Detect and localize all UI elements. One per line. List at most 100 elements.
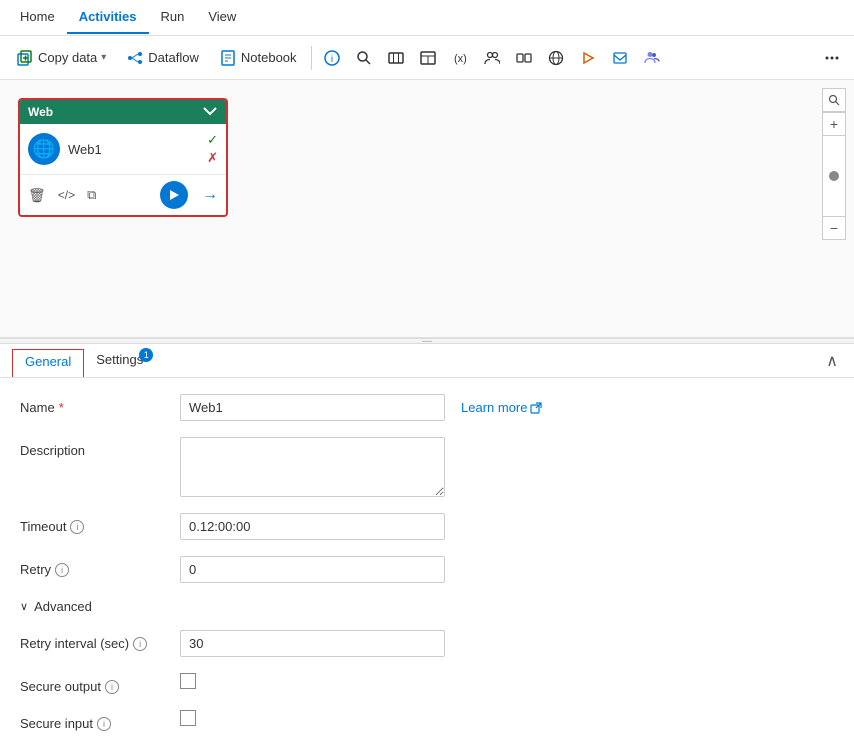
- tab-general-label: General: [25, 354, 71, 369]
- svg-text:i: i: [330, 54, 332, 65]
- delete-icon[interactable]: 🗑: [28, 187, 46, 204]
- retry-label: Retry i: [20, 556, 180, 577]
- svg-text:(x): (x): [454, 53, 467, 65]
- secure-input-info-icon[interactable]: i: [97, 717, 111, 731]
- secure-output-info-icon[interactable]: i: [105, 680, 119, 694]
- name-input[interactable]: [180, 394, 445, 421]
- timeout-label: Timeout i: [20, 513, 180, 534]
- globe-button[interactable]: [542, 46, 570, 70]
- timeout-control-area: [180, 513, 834, 540]
- retry-interval-info-icon[interactable]: i: [133, 637, 147, 651]
- canvas-area: Web 🌐 Web1 ✓ ✗ 🗑 </> ⧉ → +: [0, 80, 854, 338]
- secure-input-label: Secure input i: [20, 710, 180, 731]
- activity-node-body: 🌐 Web1 ✓ ✗: [20, 124, 226, 175]
- zoom-slider-thumb[interactable]: [829, 171, 839, 181]
- timeout-row: Timeout i: [20, 513, 834, 540]
- nav-run[interactable]: Run: [149, 1, 197, 34]
- node-close-icon: ✗: [207, 150, 218, 166]
- advanced-chevron-icon: ∨: [20, 600, 28, 613]
- secure-output-control-area: [180, 673, 834, 689]
- outlook-button[interactable]: [606, 46, 634, 70]
- retry-interval-label: Retry interval (sec) i: [20, 630, 180, 651]
- notebook-button[interactable]: Notebook: [211, 45, 305, 71]
- activity-node-name: Web1: [68, 142, 102, 157]
- secure-output-label: Secure output i: [20, 673, 180, 694]
- zoom-out-button[interactable]: −: [822, 216, 846, 240]
- retry-interval-control-area: [180, 630, 834, 657]
- zoom-in-button[interactable]: +: [822, 112, 846, 136]
- activity-node-header: Web: [20, 100, 226, 124]
- activity-bottom-actions: 🗑 </> ⧉ →: [20, 175, 226, 215]
- name-control-area: Learn more: [180, 394, 834, 421]
- toolbar: Copy data ▾ Dataflow Notebook i (x): [0, 36, 854, 80]
- notebook-label: Notebook: [241, 50, 297, 65]
- zoom-controls: + −: [822, 88, 846, 240]
- secure-input-row: Secure input i: [20, 710, 834, 731]
- settings-badge: 1: [139, 348, 153, 362]
- description-input[interactable]: [180, 437, 445, 497]
- copy-icon[interactable]: ⧉: [87, 187, 96, 203]
- code-icon[interactable]: </>: [58, 188, 75, 202]
- toolbar-sep-1: [311, 46, 312, 70]
- tab-general[interactable]: General: [12, 349, 84, 377]
- secure-input-control-area: [180, 710, 834, 726]
- timeout-info-icon[interactable]: i: [70, 520, 84, 534]
- zoom-search-button[interactable]: [822, 88, 846, 112]
- dataflow-icon: [126, 49, 144, 67]
- retry-row: Retry i: [20, 556, 834, 583]
- table-button[interactable]: [414, 46, 442, 70]
- teams-button[interactable]: [638, 46, 666, 70]
- learn-more-link[interactable]: Learn more: [461, 400, 542, 415]
- node-check-icon: ✓: [207, 132, 218, 148]
- expression-button[interactable]: (x): [446, 46, 474, 70]
- timeout-input[interactable]: [180, 513, 445, 540]
- retry-interval-row: Retry interval (sec) i: [20, 630, 834, 657]
- retry-control-area: [180, 556, 834, 583]
- name-row: Name * Learn more: [20, 394, 834, 421]
- nav-activities[interactable]: Activities: [67, 1, 149, 34]
- advanced-label: Advanced: [34, 599, 92, 614]
- tab-settings[interactable]: Settings 1: [84, 344, 155, 377]
- nav-home[interactable]: Home: [8, 1, 67, 34]
- secure-output-checkbox[interactable]: [180, 673, 196, 689]
- name-input-row: Learn more: [180, 394, 834, 421]
- activity-globe-icon: 🌐: [28, 133, 60, 165]
- collapse-panel-button[interactable]: ∧: [822, 347, 842, 375]
- info-toolbar-button[interactable]: i: [318, 46, 346, 70]
- copy-data-icon: [16, 49, 34, 67]
- learn-more-label: Learn more: [461, 400, 527, 415]
- description-control-area: [180, 437, 834, 497]
- form-body: Name * Learn more Description: [0, 378, 854, 747]
- nav-view[interactable]: View: [196, 1, 248, 34]
- description-label: Description: [20, 437, 180, 458]
- more-button[interactable]: [818, 46, 846, 70]
- arrow-right-icon[interactable]: →: [202, 186, 218, 204]
- secure-input-checkbox[interactable]: [180, 710, 196, 726]
- advanced-section[interactable]: ∨ Advanced: [20, 599, 834, 614]
- copy-data-button[interactable]: Copy data ▾: [8, 45, 114, 71]
- dataflow-label: Dataflow: [148, 50, 199, 65]
- search-toolbar-button[interactable]: [350, 46, 378, 70]
- people-button[interactable]: [478, 46, 506, 70]
- external-link-icon: [530, 402, 542, 414]
- activity-node-web1[interactable]: Web 🌐 Web1 ✓ ✗ 🗑 </> ⧉ →: [18, 98, 228, 217]
- retry-info-icon[interactable]: i: [55, 563, 69, 577]
- panel-tabs-header: General Settings 1 ∧: [0, 344, 854, 378]
- dataflow-button[interactable]: Dataflow: [118, 45, 207, 71]
- name-label: Name *: [20, 394, 180, 415]
- activity-type-label: Web: [28, 105, 53, 119]
- bottom-panel: General Settings 1 ∧ Name * Learn more: [0, 344, 854, 747]
- retry-interval-input[interactable]: [180, 630, 445, 657]
- tab-settings-label: Settings: [96, 352, 143, 367]
- split-button[interactable]: [510, 46, 538, 70]
- notebook-icon: [219, 49, 237, 67]
- retry-input[interactable]: [180, 556, 445, 583]
- activity-go-button[interactable]: [160, 181, 188, 209]
- secure-output-row: Secure output i: [20, 673, 834, 694]
- arrow-button[interactable]: [574, 46, 602, 70]
- description-row: Description: [20, 437, 834, 497]
- name-required: *: [59, 400, 64, 415]
- columns-button[interactable]: [382, 46, 410, 70]
- copy-data-chevron: ▾: [101, 52, 106, 63]
- top-nav: Home Activities Run View: [0, 0, 854, 36]
